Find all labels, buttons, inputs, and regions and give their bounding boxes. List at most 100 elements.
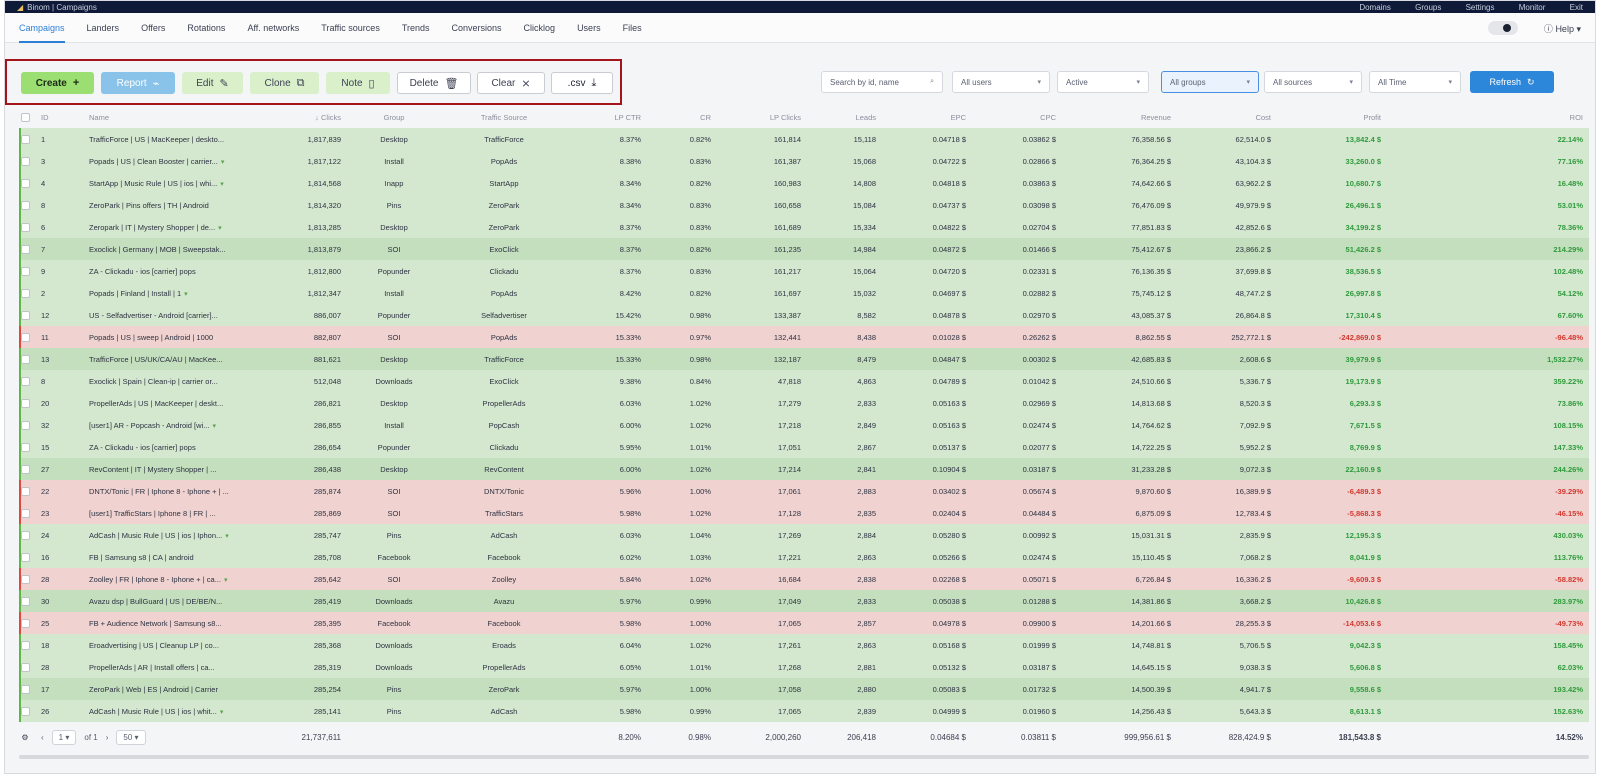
cell-name[interactable]: ZA - Clickadu - ios [carrier] pops	[85, 436, 267, 458]
cell-name[interactable]: ZeroPark | Pins offers | TH | Android	[85, 194, 267, 216]
top-menu-groups[interactable]: Groups	[1415, 3, 1441, 12]
row-checkbox[interactable]	[19, 656, 37, 678]
tab-rotations[interactable]: Rotations	[187, 13, 225, 43]
cell-name[interactable]: DNTX/Tonic | FR | Iphone 8 - Iphone + | …	[85, 480, 267, 502]
horizontal-scrollbar[interactable]	[19, 755, 1589, 759]
help-menu[interactable]: ⓘ Help ▾	[1544, 22, 1581, 35]
table-row[interactable]: 3 Popads | US | Clean Booster | carrier..…	[19, 150, 1589, 172]
row-checkbox[interactable]	[19, 348, 37, 370]
theme-toggle[interactable]	[1487, 21, 1518, 35]
table-row[interactable]: 4 StartApp | Music Rule | US | ios | whi.…	[19, 172, 1589, 194]
select-all-checkbox[interactable]	[19, 107, 37, 128]
table-row[interactable]: 17 ZeroPark | Web | ES | Android | Carrie…	[19, 678, 1589, 700]
row-checkbox[interactable]	[19, 128, 37, 150]
csv-export-button[interactable]: .csv ⤓	[551, 72, 613, 94]
row-checkbox[interactable]	[19, 568, 37, 590]
row-checkbox[interactable]	[19, 678, 37, 700]
table-row[interactable]: 1 TrafficForce | US | MacKeeper | deskto.…	[19, 128, 1589, 150]
row-checkbox[interactable]	[19, 326, 37, 348]
cell-name[interactable]: StartApp | Music Rule | US | ios | whi..…	[85, 172, 267, 194]
refresh-button[interactable]: Refresh ↻	[1470, 71, 1554, 93]
cell-name[interactable]: ZA - Clickadu - ios [carrier] pops	[85, 260, 267, 282]
users-select[interactable]: All users ▾	[952, 71, 1050, 93]
table-row[interactable]: 12 US - Selfadvertiser - Android [carrier…	[19, 304, 1589, 326]
table-row[interactable]: 7 Exoclick | Germany | MOB | Sweepstak...…	[19, 238, 1589, 260]
row-checkbox[interactable]	[19, 546, 37, 568]
cell-name[interactable]: AdCash | Music Rule | US | ios | Iphon..…	[85, 524, 267, 546]
settings-gear[interactable]: ⚙	[19, 722, 37, 752]
col-lp-clicks[interactable]: LP Clicks	[717, 107, 807, 128]
top-menu-monitor[interactable]: Monitor	[1519, 3, 1546, 12]
tab-files[interactable]: Files	[623, 13, 642, 43]
table-row[interactable]: 32 [user1] AR - Popcash - Android [wi... ▾…	[19, 414, 1589, 436]
row-checkbox[interactable]	[19, 392, 37, 414]
row-checkbox[interactable]	[19, 700, 37, 722]
cell-name[interactable]: Popads | US | sweep | Android | 1000	[85, 326, 267, 348]
cell-name[interactable]: AdCash | Music Rule | US | ios | whit...…	[85, 700, 267, 722]
table-row[interactable]: 9 ZA - Clickadu - ios [carrier] pops 1,812…	[19, 260, 1589, 282]
table-row[interactable]: 8 Exoclick | Spain | Clean-ip | carrier o…	[19, 370, 1589, 392]
col-group[interactable]: Group	[347, 107, 447, 128]
table-row[interactable]: 24 AdCash | Music Rule | US | ios | Iphon…	[19, 524, 1589, 546]
table-row[interactable]: 27 RevContent | IT | Mystery Shopper | ..…	[19, 458, 1589, 480]
cell-name[interactable]: FB | Samsung s8 | CA | android	[85, 546, 267, 568]
col-clicks[interactable]: ↓ Clicks	[267, 107, 347, 128]
cell-name[interactable]: Exoclick | Germany | MOB | Sweepstak...	[85, 238, 267, 260]
prev-page-icon[interactable]: ‹	[41, 733, 44, 742]
table-row[interactable]: 20 PropellerAds | US | MacKeeper | deskt.…	[19, 392, 1589, 414]
row-checkbox[interactable]	[19, 436, 37, 458]
tab-users[interactable]: Users	[577, 13, 601, 43]
cell-name[interactable]: PropellerAds | US | MacKeeper | deskt...	[85, 392, 267, 414]
cell-name[interactable]: Popads | Finland | Install | 1 ▾	[85, 282, 267, 304]
row-checkbox[interactable]	[19, 502, 37, 524]
row-checkbox[interactable]	[19, 414, 37, 436]
tab-offers[interactable]: Offers	[141, 13, 165, 43]
row-checkbox[interactable]	[19, 458, 37, 480]
cell-name[interactable]: TrafficForce | US | MacKeeper | deskto..…	[85, 128, 267, 150]
table-row[interactable]: 16 FB | Samsung s8 | CA | android 285,708 F…	[19, 546, 1589, 568]
table-row[interactable]: 15 ZA - Clickadu - ios [carrier] pops 286,…	[19, 436, 1589, 458]
sources-select[interactable]: All sources ▾	[1264, 71, 1362, 93]
table-row[interactable]: 26 AdCash | Music Rule | US | ios | whit.…	[19, 700, 1589, 722]
row-checkbox[interactable]	[19, 150, 37, 172]
edit-button[interactable]: Edit ✎	[182, 72, 243, 94]
col-roi[interactable]: ROI	[1387, 107, 1589, 128]
row-checkbox[interactable]	[19, 282, 37, 304]
tab-traffic-sources[interactable]: Traffic sources	[321, 13, 380, 43]
cell-name[interactable]: [user1] TrafficStars | Iphone 8 | FR | .…	[85, 502, 267, 524]
tab-trends[interactable]: Trends	[402, 13, 430, 43]
tab-clicklog[interactable]: Clicklog	[524, 13, 556, 43]
table-row[interactable]: 18 Eroadvertising | US | Cleanup LP | co.…	[19, 634, 1589, 656]
row-checkbox[interactable]	[19, 590, 37, 612]
time-select[interactable]: All Time ▾	[1369, 71, 1461, 93]
row-checkbox[interactable]	[19, 634, 37, 656]
table-row[interactable]: 30 Avazu dsp | BullGuard | US | DE/BE/N..…	[19, 590, 1589, 612]
tab-conversions[interactable]: Conversions	[452, 13, 502, 43]
table-row[interactable]: 25 FB + Audience Network | Samsung s8... 2…	[19, 612, 1589, 634]
row-checkbox[interactable]	[19, 612, 37, 634]
table-row[interactable]: 22 DNTX/Tonic | FR | Iphone 8 - Iphone + …	[19, 480, 1589, 502]
cell-name[interactable]: Avazu dsp | BullGuard | US | DE/BE/N...	[85, 590, 267, 612]
clone-button[interactable]: Clone ⧉	[250, 72, 319, 94]
col-name[interactable]: Name	[85, 107, 267, 128]
col-traffic-source[interactable]: Traffic Source	[447, 107, 567, 128]
col-epc[interactable]: EPC	[882, 107, 972, 128]
row-checkbox[interactable]	[19, 172, 37, 194]
col-cr[interactable]: CR	[647, 107, 717, 128]
col-cost[interactable]: Cost	[1177, 107, 1277, 128]
col-cpc[interactable]: CPC	[972, 107, 1062, 128]
top-menu-exit[interactable]: Exit	[1570, 3, 1583, 12]
col-profit[interactable]: Profit	[1277, 107, 1387, 128]
table-row[interactable]: 2 Popads | Finland | Install | 1 ▾ 1,812,34…	[19, 282, 1589, 304]
tab-aff-networks[interactable]: Aff. networks	[247, 13, 299, 43]
table-row[interactable]: 23 [user1] TrafficStars | Iphone 8 | FR |…	[19, 502, 1589, 524]
search-input[interactable]: Search by id, name ⌕	[821, 71, 943, 93]
row-checkbox[interactable]	[19, 216, 37, 238]
row-checkbox[interactable]	[19, 480, 37, 502]
cell-name[interactable]: Zeropark | IT | Mystery Shopper | de... ▾	[85, 216, 267, 238]
col-revenue[interactable]: Revenue	[1062, 107, 1177, 128]
cell-name[interactable]: Popads | US | Clean Booster | carrier...…	[85, 150, 267, 172]
per-page-select[interactable]: 50 ▾	[116, 729, 146, 745]
table-row[interactable]: 28 Zoolley | FR | Iphone 8 - Iphone + | c…	[19, 568, 1589, 590]
cell-name[interactable]: [user1] AR - Popcash - Android [wi... ▾	[85, 414, 267, 436]
